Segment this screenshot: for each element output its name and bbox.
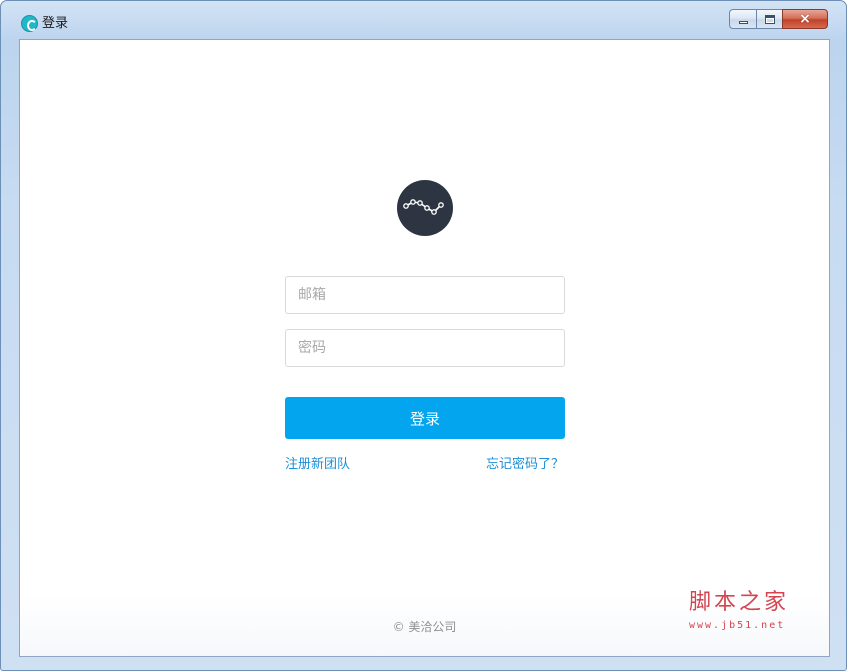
- close-button[interactable]: ×: [782, 9, 828, 29]
- watermark-name: 脚本之家: [689, 590, 790, 615]
- minimize-button[interactable]: [729, 9, 756, 29]
- maximize-button[interactable]: [756, 9, 782, 29]
- window-title: 登录: [42, 16, 69, 31]
- login-button[interactable]: 登录: [285, 397, 565, 439]
- caption-buttons: ×: [729, 9, 828, 29]
- password-field[interactable]: [285, 329, 565, 367]
- app-logo-icon: [21, 15, 38, 32]
- watermark-url: www.jb51.net: [689, 620, 786, 631]
- minimize-icon: [738, 20, 748, 24]
- forgot-password-link[interactable]: 忘记密码了？: [486, 456, 564, 474]
- email-field[interactable]: [285, 276, 565, 314]
- register-team-link[interactable]: 注册新团队: [285, 456, 350, 474]
- maximize-icon: [764, 14, 775, 24]
- title-bar[interactable]: 登录 ×: [1, 1, 846, 39]
- login-window: 登录 × 登录: [0, 0, 847, 671]
- login-panel: 登录 注册新团队 忘记密码了？ © 美洽公司 脚本之家 www.jb51.net: [19, 39, 830, 657]
- close-icon: ×: [799, 11, 811, 27]
- brand-logo: [397, 180, 453, 236]
- trend-line-icon: [403, 199, 444, 215]
